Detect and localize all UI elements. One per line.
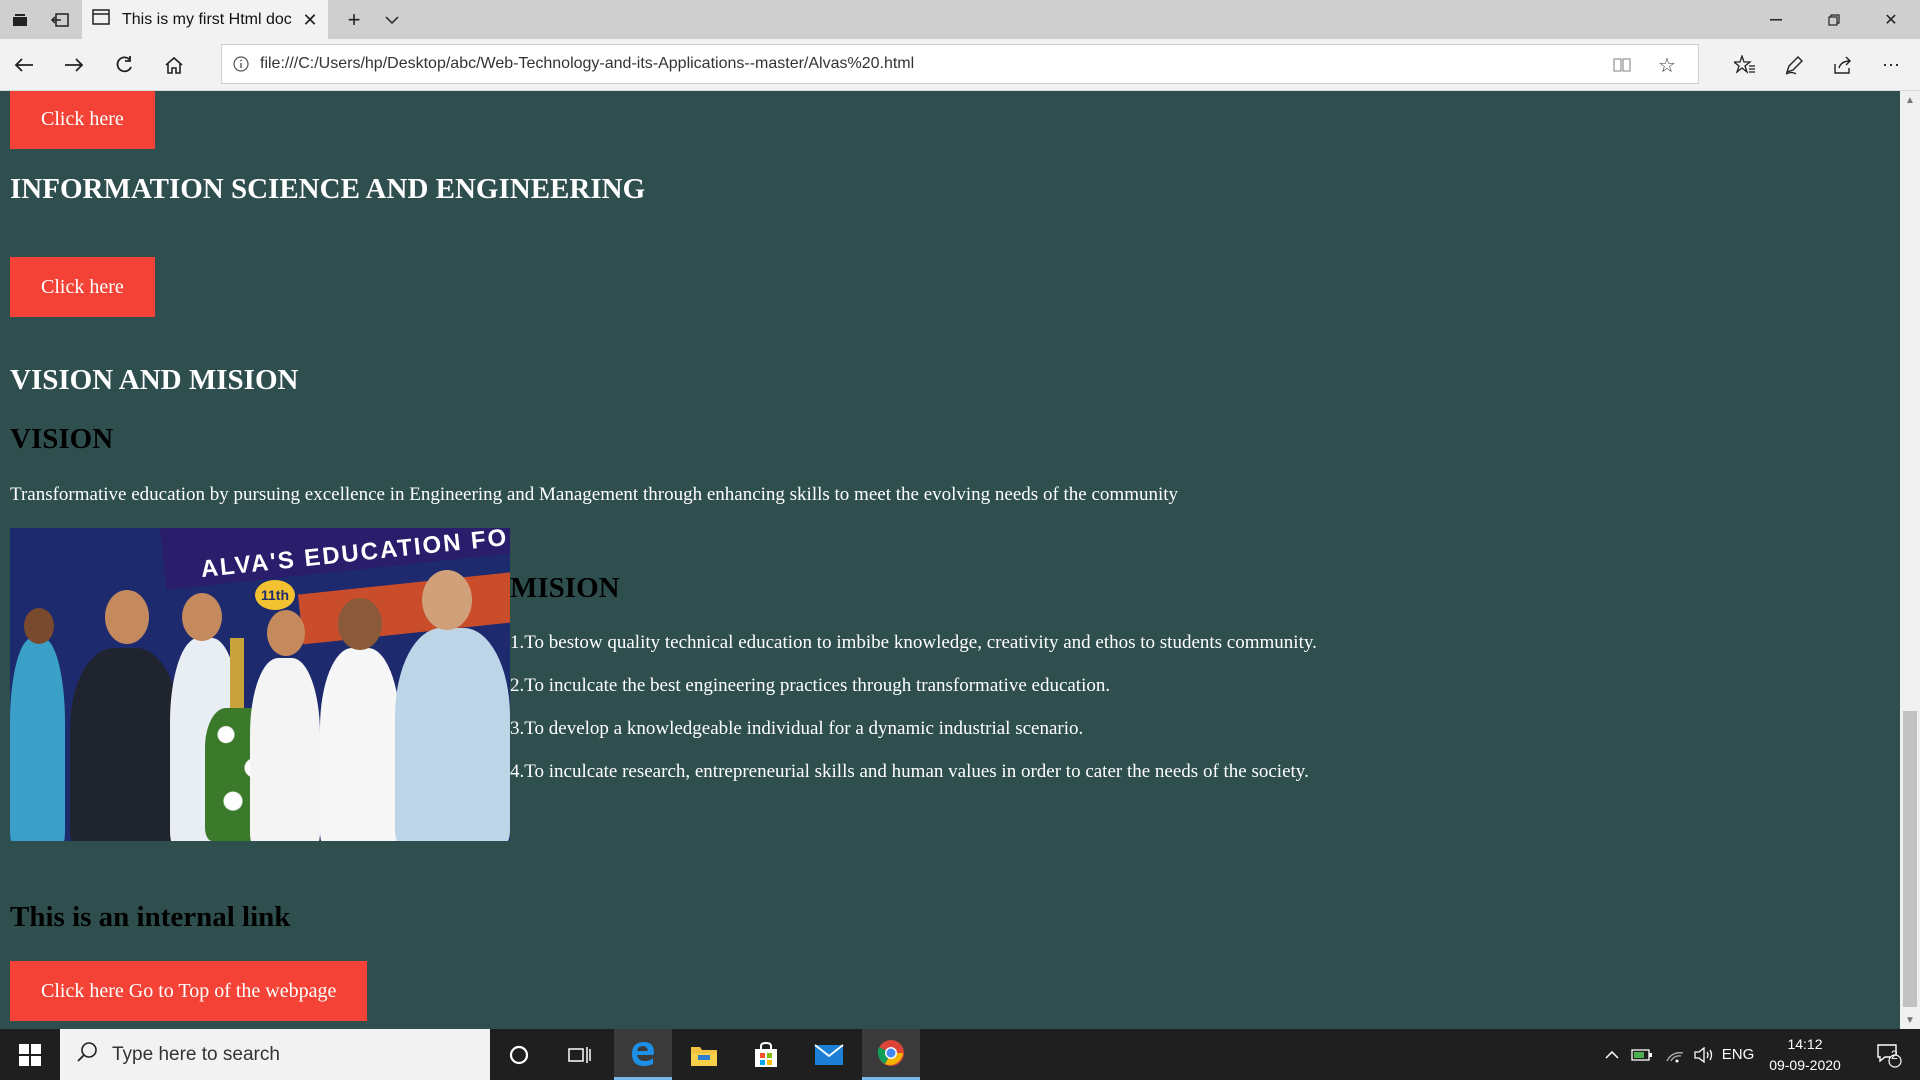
- search-placeholder: Type here to search: [112, 1043, 280, 1065]
- alvas-event-photo: ALVA'S EDUCATION FO 11th: [10, 528, 510, 841]
- taskbar-clock[interactable]: 14:12 09-09-2020: [1750, 1034, 1860, 1076]
- tab-active[interactable]: This is my first Html doc ✕: [82, 0, 328, 39]
- clock-date: 09-09-2020: [1769, 1057, 1841, 1073]
- ise-heading: INFORMATION SCIENCE AND ENGINEERING: [10, 173, 646, 205]
- back-icon[interactable]: [4, 45, 44, 85]
- tab-list-chevron-icon[interactable]: [372, 0, 412, 39]
- home-icon[interactable]: [154, 45, 194, 85]
- go-to-top-button[interactable]: Click here Go to Top of the webpage: [10, 961, 368, 1021]
- page-icon: [92, 9, 110, 30]
- forward-icon[interactable]: [54, 45, 94, 85]
- top-click-here-button[interactable]: Click here: [10, 91, 155, 149]
- more-menu-icon[interactable]: ⋯: [1872, 45, 1912, 85]
- new-tab-icon[interactable]: +: [334, 0, 374, 39]
- edge-browser-icon[interactable]: [614, 1029, 672, 1080]
- refresh-icon[interactable]: [104, 45, 144, 85]
- cortana-icon[interactable]: [490, 1029, 548, 1080]
- page-scrollbar[interactable]: ▲ ▼: [1900, 91, 1920, 1029]
- show-hidden-icons-chevron-icon[interactable]: [1600, 1029, 1624, 1080]
- minimize-icon[interactable]: [1747, 0, 1805, 39]
- wifi-icon[interactable]: [1660, 1029, 1690, 1080]
- chrome-icon[interactable]: [862, 1029, 920, 1080]
- close-window-icon[interactable]: ✕: [1862, 0, 1920, 39]
- task-view-icon[interactable]: [551, 1029, 609, 1080]
- internal-link-heading: This is an internal link: [10, 901, 291, 933]
- taskbar-search-box[interactable]: Type here to search: [60, 1029, 490, 1080]
- scroll-up-arrow-icon[interactable]: ▲: [1900, 91, 1920, 109]
- tab-actions-icon[interactable]: [0, 0, 40, 39]
- reading-view-icon[interactable]: [1602, 45, 1642, 85]
- address-url: file:///C:/Users/hp/Desktop/abc/Web-Tech…: [260, 55, 915, 72]
- scroll-thumb[interactable]: [1903, 711, 1917, 1007]
- volume-icon[interactable]: [1690, 1029, 1718, 1080]
- share-icon[interactable]: [1823, 45, 1863, 85]
- search-icon: [76, 1041, 98, 1068]
- address-bar[interactable]: file:///C:/Users/hp/Desktop/abc/Web-Tech…: [221, 44, 1699, 84]
- web-note-pen-icon[interactable]: [1774, 45, 1814, 85]
- set-tabs-aside-icon[interactable]: [40, 0, 80, 39]
- mission-item-4: 4.To inculcate research, entrepreneurial…: [510, 761, 1309, 782]
- clock-time: 14:12: [1787, 1036, 1823, 1052]
- vision-text: Transformative education by pursuing exc…: [10, 484, 1179, 505]
- scroll-down-arrow-icon[interactable]: ▼: [1900, 1011, 1920, 1029]
- windows-taskbar: Type here to search ENG 14:12 09-09-2020…: [0, 1029, 1920, 1080]
- photo-badge: 11th: [255, 580, 295, 610]
- info-icon[interactable]: [222, 56, 260, 72]
- mission-heading: MISION: [510, 572, 620, 604]
- favorite-star-icon[interactable]: ☆: [1647, 45, 1687, 85]
- battery-icon[interactable]: [1628, 1029, 1656, 1080]
- notification-count: 2: [1891, 1048, 1898, 1062]
- vision-heading: VISION: [10, 423, 114, 455]
- ise-click-here-button[interactable]: Click here: [10, 257, 155, 317]
- close-tab-icon[interactable]: ✕: [298, 8, 322, 32]
- action-center-icon[interactable]: 2: [1866, 1029, 1912, 1080]
- favorites-list-icon[interactable]: [1725, 45, 1765, 85]
- mail-icon[interactable]: [800, 1029, 858, 1080]
- tab-title: This is my first Html doc: [122, 10, 292, 28]
- mission-item-3: 3.To develop a knowledgeable individual …: [510, 718, 1084, 739]
- start-windows-icon[interactable]: [0, 1029, 60, 1080]
- vision-mission-heading: VISION AND MISION: [10, 364, 299, 396]
- mission-item-2: 2.To inculcate the best engineering prac…: [510, 675, 1111, 696]
- microsoft-store-icon[interactable]: [737, 1029, 795, 1080]
- browser-title-bar: This is my first Html doc ✕ + ✕: [0, 0, 1920, 39]
- mission-item-1: 1.To bestow quality technical education …: [510, 632, 1317, 653]
- page-viewport: Click here INFORMATION SCIENCE AND ENGIN…: [0, 91, 1900, 1029]
- browser-nav-bar: file:///C:/Users/hp/Desktop/abc/Web-Tech…: [0, 39, 1920, 91]
- file-explorer-icon[interactable]: [675, 1029, 733, 1080]
- restore-icon[interactable]: [1805, 0, 1863, 39]
